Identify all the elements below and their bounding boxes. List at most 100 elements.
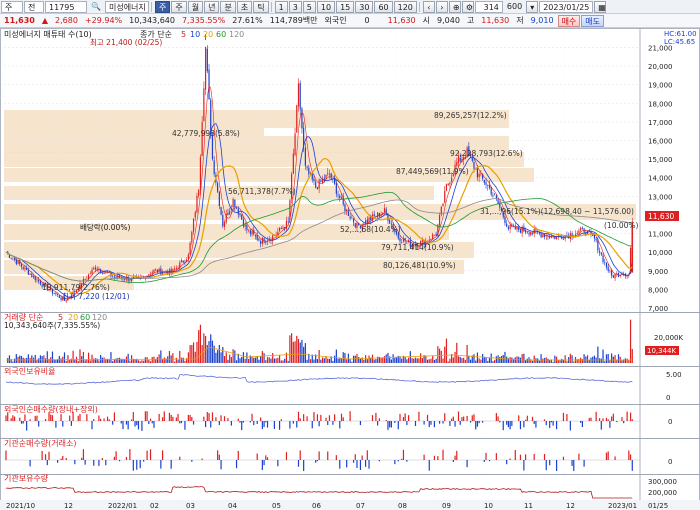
volume-bar — [24, 358, 26, 363]
volume-bar — [223, 355, 226, 363]
period-select[interactable]: 전 — [24, 0, 44, 13]
foreign-net-bar — [120, 421, 122, 424]
volume-bar — [452, 357, 454, 363]
institution-net-bar — [327, 451, 329, 460]
foreign-net-bar — [179, 421, 181, 424]
volume-bar — [481, 354, 484, 363]
institution-net-bar — [44, 454, 47, 460]
buy-button[interactable]: 매수 — [557, 14, 581, 27]
institution-net-bar — [607, 451, 609, 460]
volume-bar — [287, 360, 289, 363]
minute-button-30[interactable]: 30 — [355, 0, 374, 13]
period-button-minute[interactable]: 분 — [220, 0, 236, 13]
foreign-net-bar — [406, 421, 408, 425]
institution-net-bar — [299, 450, 301, 460]
foreign-ratio-title: 외국인보유비율 — [4, 366, 56, 376]
price-candle-body — [134, 277, 136, 279]
volume-bar — [540, 354, 542, 363]
volume-bar — [284, 358, 286, 363]
volume-bar — [525, 360, 527, 363]
minute-button-15[interactable]: 15 — [336, 0, 355, 13]
volume-bar — [261, 351, 263, 363]
chevron-down-icon[interactable]: ▾ — [526, 0, 539, 13]
price-candle-body — [504, 216, 506, 224]
volume-bar — [39, 355, 42, 363]
foreign-net-bar — [241, 421, 243, 431]
price-candle-body — [306, 166, 308, 168]
price-candle-body — [308, 167, 310, 175]
period-button-day[interactable]: 주 — [154, 0, 171, 13]
volume-bar — [137, 360, 140, 363]
sell-button[interactable]: 매도 — [581, 14, 605, 27]
price-candle-body — [57, 293, 59, 295]
low-label: 저 — [516, 15, 524, 25]
institution-net-bar — [364, 460, 367, 467]
institution-net-bar — [285, 452, 288, 460]
minute-button-5[interactable]: 5 — [302, 0, 316, 13]
volume-pct: 7,335.55% — [181, 15, 226, 25]
minute-button-60[interactable]: 60 — [374, 0, 393, 13]
period-button-month[interactable]: 월 — [187, 0, 204, 13]
institution-net-bar — [136, 460, 138, 470]
market-select[interactable]: 주 — [1, 0, 23, 13]
foreign-net-bar — [418, 411, 420, 421]
price-y-tick: 11,000 — [648, 231, 673, 239]
price-candle-body — [55, 292, 57, 295]
price-candle-body — [435, 233, 437, 236]
foreign-net-bar — [5, 415, 7, 421]
price-candle-body — [611, 270, 613, 276]
foreign-net-bar — [342, 417, 344, 421]
volume-bar — [254, 357, 257, 363]
zoom-icon[interactable]: ⊕ — [448, 0, 461, 13]
price-candle-body — [523, 226, 525, 232]
volume-bar — [383, 356, 386, 363]
volume-bar — [320, 359, 322, 363]
price-candle-body — [562, 238, 565, 240]
period-button-second[interactable]: 초 — [236, 0, 253, 13]
volume-profile-label-2: 56,711,378(7.7%) — [228, 187, 296, 196]
institution-net-bar — [125, 456, 128, 460]
price-candle-body — [339, 195, 341, 199]
calendar-icon[interactable]: ▦ — [594, 0, 607, 13]
volume-bar — [280, 360, 282, 363]
stock-code-input[interactable]: 11795 — [45, 0, 87, 13]
price-candle-body — [488, 185, 491, 188]
settings-icon[interactable]: ⚙ — [461, 0, 474, 13]
minute-button-10[interactable]: 10 — [316, 0, 336, 13]
volume-bar — [91, 354, 93, 363]
volume-bar — [227, 359, 229, 363]
chart-area[interactable]: 미성에너지 매튜태 수(10) 종가 단순 5 10 20 60 120 HC:… — [0, 28, 700, 510]
volume-profile-label-9: 80,126,481(10.9%) — [383, 261, 456, 270]
period-button-year[interactable]: 년 — [204, 0, 220, 13]
price-candle-body — [593, 234, 596, 239]
foreign-net-bar — [136, 421, 138, 426]
price-candle-body — [192, 218, 195, 232]
x-axis-label: 02 — [150, 502, 159, 510]
chevron-right-icon[interactable]: › — [435, 0, 448, 13]
foreign-net-bar — [210, 421, 212, 428]
volume-bar — [614, 355, 616, 363]
price-candle-body — [175, 267, 177, 269]
volume-bar — [504, 351, 506, 363]
institution-net-bar — [41, 450, 43, 460]
volume-bar — [511, 357, 513, 363]
minute-button-120[interactable]: 120 — [393, 0, 417, 13]
period-button-tick[interactable]: 틱 — [253, 0, 269, 13]
foreign-net-bar — [208, 413, 210, 421]
low-mark-label: 최저 7,220 (12/01) — [62, 291, 130, 301]
volume-bar — [557, 359, 559, 363]
date-input[interactable]: 2023/01/25 — [539, 0, 594, 13]
volume-bar — [87, 352, 90, 363]
minute-button-1[interactable]: 1 — [274, 0, 288, 13]
chevron-left-icon[interactable]: ‹ — [422, 0, 435, 13]
price-candle-body — [483, 179, 485, 183]
chart-canvas[interactable]: 미성에너지 매튜태 수(10) 종가 단순 5 10 20 60 120 HC:… — [0, 28, 700, 510]
minute-button-3[interactable]: 3 — [288, 0, 302, 13]
foreign-net-bar — [442, 421, 444, 424]
search-icon[interactable]: 🔍 — [88, 1, 104, 13]
period-button-week[interactable]: 주 — [171, 0, 187, 13]
data-count-input[interactable]: 314 — [474, 0, 503, 13]
volume-bar — [27, 354, 29, 363]
foreign-net-bar — [278, 421, 281, 430]
foreign-net-bar — [86, 414, 88, 421]
